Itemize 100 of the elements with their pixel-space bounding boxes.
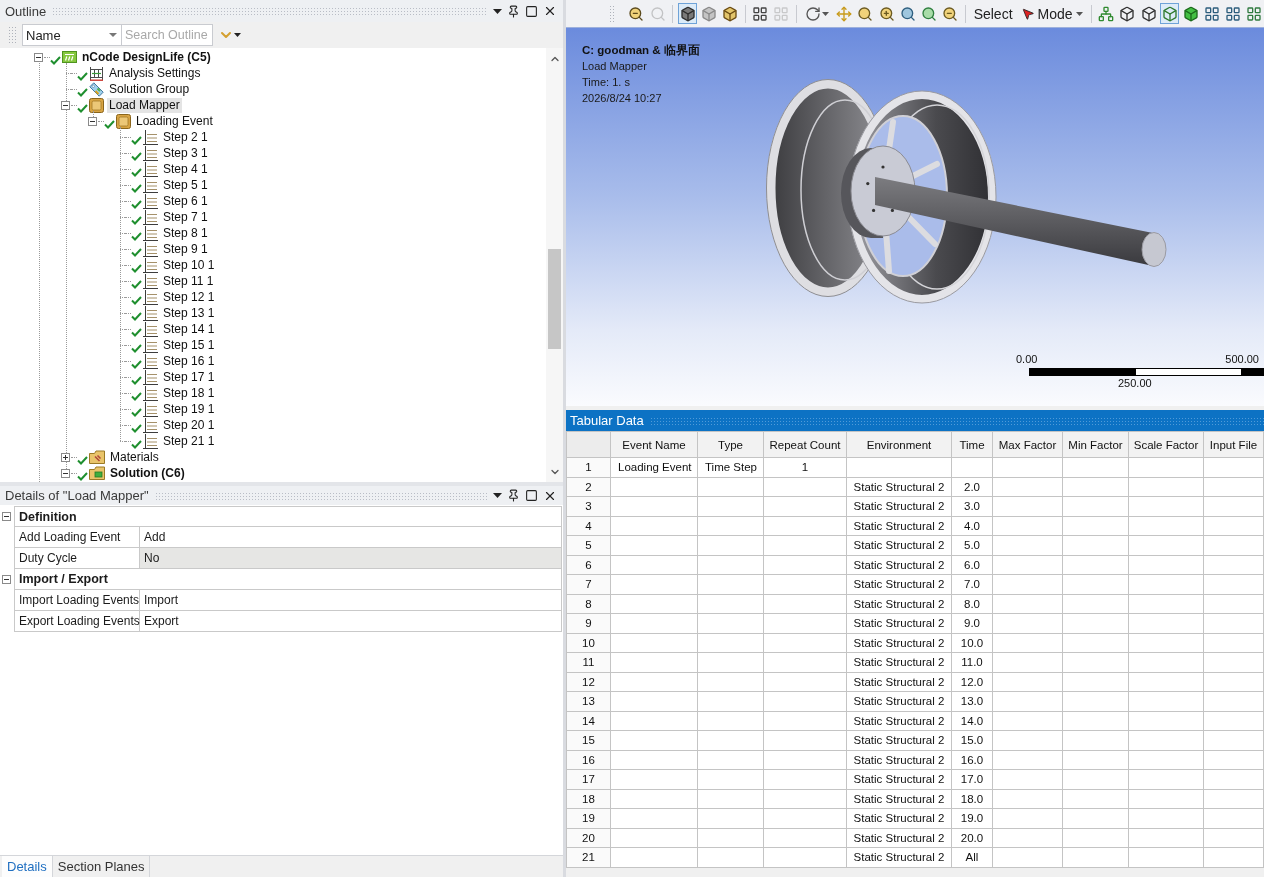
tree-item[interactable]: Step 6 1 (161, 193, 210, 209)
table-cell (1204, 848, 1264, 868)
table-cell (993, 614, 1063, 634)
column-header[interactable]: Environment (847, 432, 952, 458)
row-number: 19 (566, 809, 611, 829)
column-header[interactable]: Time (952, 432, 993, 458)
table-cell: Static Structural 2 (847, 497, 952, 517)
table-cell: Static Structural 2 (847, 477, 952, 497)
scrollbar-thumb[interactable] (548, 249, 561, 349)
select-button[interactable]: Select (970, 3, 1016, 24)
tree-item[interactable]: Step 3 1 (161, 145, 210, 161)
tree-item[interactable]: Load Mapper (107, 97, 182, 113)
tree-item[interactable]: Step 12 1 (161, 289, 217, 305)
tree-item[interactable]: Step 18 1 (161, 385, 217, 401)
table-cell (698, 614, 764, 634)
table-cell: Static Structural 2 (847, 594, 952, 614)
table-cell: Static Structural 2 (847, 828, 952, 848)
row-number: 2 (566, 477, 611, 497)
table-cell (1204, 770, 1264, 790)
tree-item[interactable]: Analysis Settings (107, 65, 203, 81)
tree-item[interactable]: Step 13 1 (161, 305, 217, 321)
table-cell: Static Structural 2 (847, 516, 952, 536)
collapse-icon[interactable] (88, 116, 97, 126)
panel-tab[interactable]: Details (2, 856, 53, 877)
collapse-icon[interactable] (1, 575, 11, 584)
tree-item[interactable]: Step 4 1 (161, 161, 210, 177)
property-value[interactable]: No (140, 548, 562, 569)
tree-item[interactable]: Step 9 1 (161, 241, 210, 257)
collapse-icon[interactable] (1, 512, 11, 521)
table-cell: 5.0 (952, 536, 993, 556)
caret-down-icon (822, 11, 830, 16)
tree-item[interactable]: Step 11 1 (161, 273, 216, 289)
column-header[interactable]: Scale Factor (1129, 432, 1204, 458)
row-number: 7 (566, 575, 611, 595)
tree-item[interactable]: Step 17 1 (161, 369, 217, 385)
maximize-icon[interactable] (525, 489, 538, 502)
table-cell: Static Structural 2 (847, 672, 952, 692)
annotation-line: 2026/8/24 10:27 (582, 91, 663, 105)
table-cell (993, 516, 1063, 536)
tree-item[interactable]: Step 5 1 (161, 177, 210, 193)
tree-item[interactable]: Step 7 1 (161, 209, 210, 225)
table-cell: 3.0 (952, 497, 993, 517)
maximize-icon[interactable] (525, 4, 538, 18)
property-value[interactable]: Export (140, 611, 562, 632)
collapse-icon[interactable] (61, 100, 70, 110)
tree-item[interactable]: Step 20 1 (161, 417, 217, 433)
folder-icon (89, 450, 105, 464)
column-header[interactable]: Input File (1204, 432, 1264, 458)
collapse-icon[interactable] (34, 52, 43, 62)
table-cell (993, 692, 1063, 712)
table-cell: Static Structural 2 (847, 692, 952, 712)
tree-item[interactable]: Step 10 1 (161, 257, 217, 273)
tree-item[interactable]: nCode DesignLife (C5) (80, 49, 213, 65)
tree-item[interactable]: Step 14 1 (161, 321, 217, 337)
row-number: 13 (566, 692, 611, 712)
tree-item[interactable]: Step 19 1 (161, 401, 217, 417)
tree-item[interactable]: Loading Event (134, 113, 215, 129)
table-cell (1204, 809, 1264, 829)
column-header[interactable]: Min Factor (1063, 432, 1129, 458)
table-cell: Static Structural 2 (847, 575, 952, 595)
expand-icon[interactable] (61, 452, 70, 462)
chart-lines-icon (143, 337, 158, 353)
tree-item[interactable]: Step 15 1 (161, 337, 217, 353)
close-icon[interactable] (543, 4, 557, 18)
tree-item[interactable]: Solution Group (107, 81, 192, 97)
tree-item[interactable]: Solution (C6) (108, 465, 187, 481)
magnifier-icon (649, 5, 666, 22)
column-header[interactable]: Repeat Count (764, 432, 847, 458)
caret-down-icon[interactable] (493, 493, 502, 498)
column-header[interactable]: Type (698, 432, 764, 458)
column-header[interactable]: Event Name (611, 432, 698, 458)
property-value[interactable]: Add (140, 527, 562, 548)
table-cell: Loading Event (611, 458, 698, 478)
property-value[interactable]: Import (140, 590, 562, 611)
mode-dropdown[interactable]: Mode (1017, 3, 1086, 24)
striped-tile-icon (62, 51, 77, 63)
table-cell: Static Structural 2 (847, 614, 952, 634)
toolbar-button[interactable] (678, 3, 698, 24)
search-field[interactable]: Search Outline (122, 24, 213, 46)
table-cell: Static Structural 2 (847, 536, 952, 556)
caret-down-icon[interactable] (493, 8, 502, 14)
table-cell (1204, 477, 1264, 497)
table-cell (1204, 516, 1264, 536)
row-number: 3 (566, 497, 611, 517)
pin-icon[interactable] (507, 4, 520, 18)
hierarchy-icon (1098, 5, 1115, 22)
table-cell (1063, 750, 1129, 770)
tree-item[interactable]: Step 21 1 (161, 433, 217, 449)
caret-down-icon (1075, 11, 1083, 16)
tree-item[interactable]: Step 16 1 (161, 353, 217, 369)
panel-tab[interactable]: Section Planes (52, 856, 151, 877)
tree-item[interactable]: Step 8 1 (161, 225, 210, 241)
collapse-icon[interactable] (61, 468, 70, 478)
name-dropdown[interactable]: Name (22, 24, 122, 46)
tree-item[interactable]: Materials (108, 449, 161, 465)
column-header[interactable]: Max Factor (993, 432, 1063, 458)
pin-icon[interactable] (507, 489, 520, 502)
table-cell (698, 770, 764, 790)
tree-item[interactable]: Step 2 1 (161, 129, 210, 145)
caret-down-icon[interactable] (234, 33, 241, 37)
